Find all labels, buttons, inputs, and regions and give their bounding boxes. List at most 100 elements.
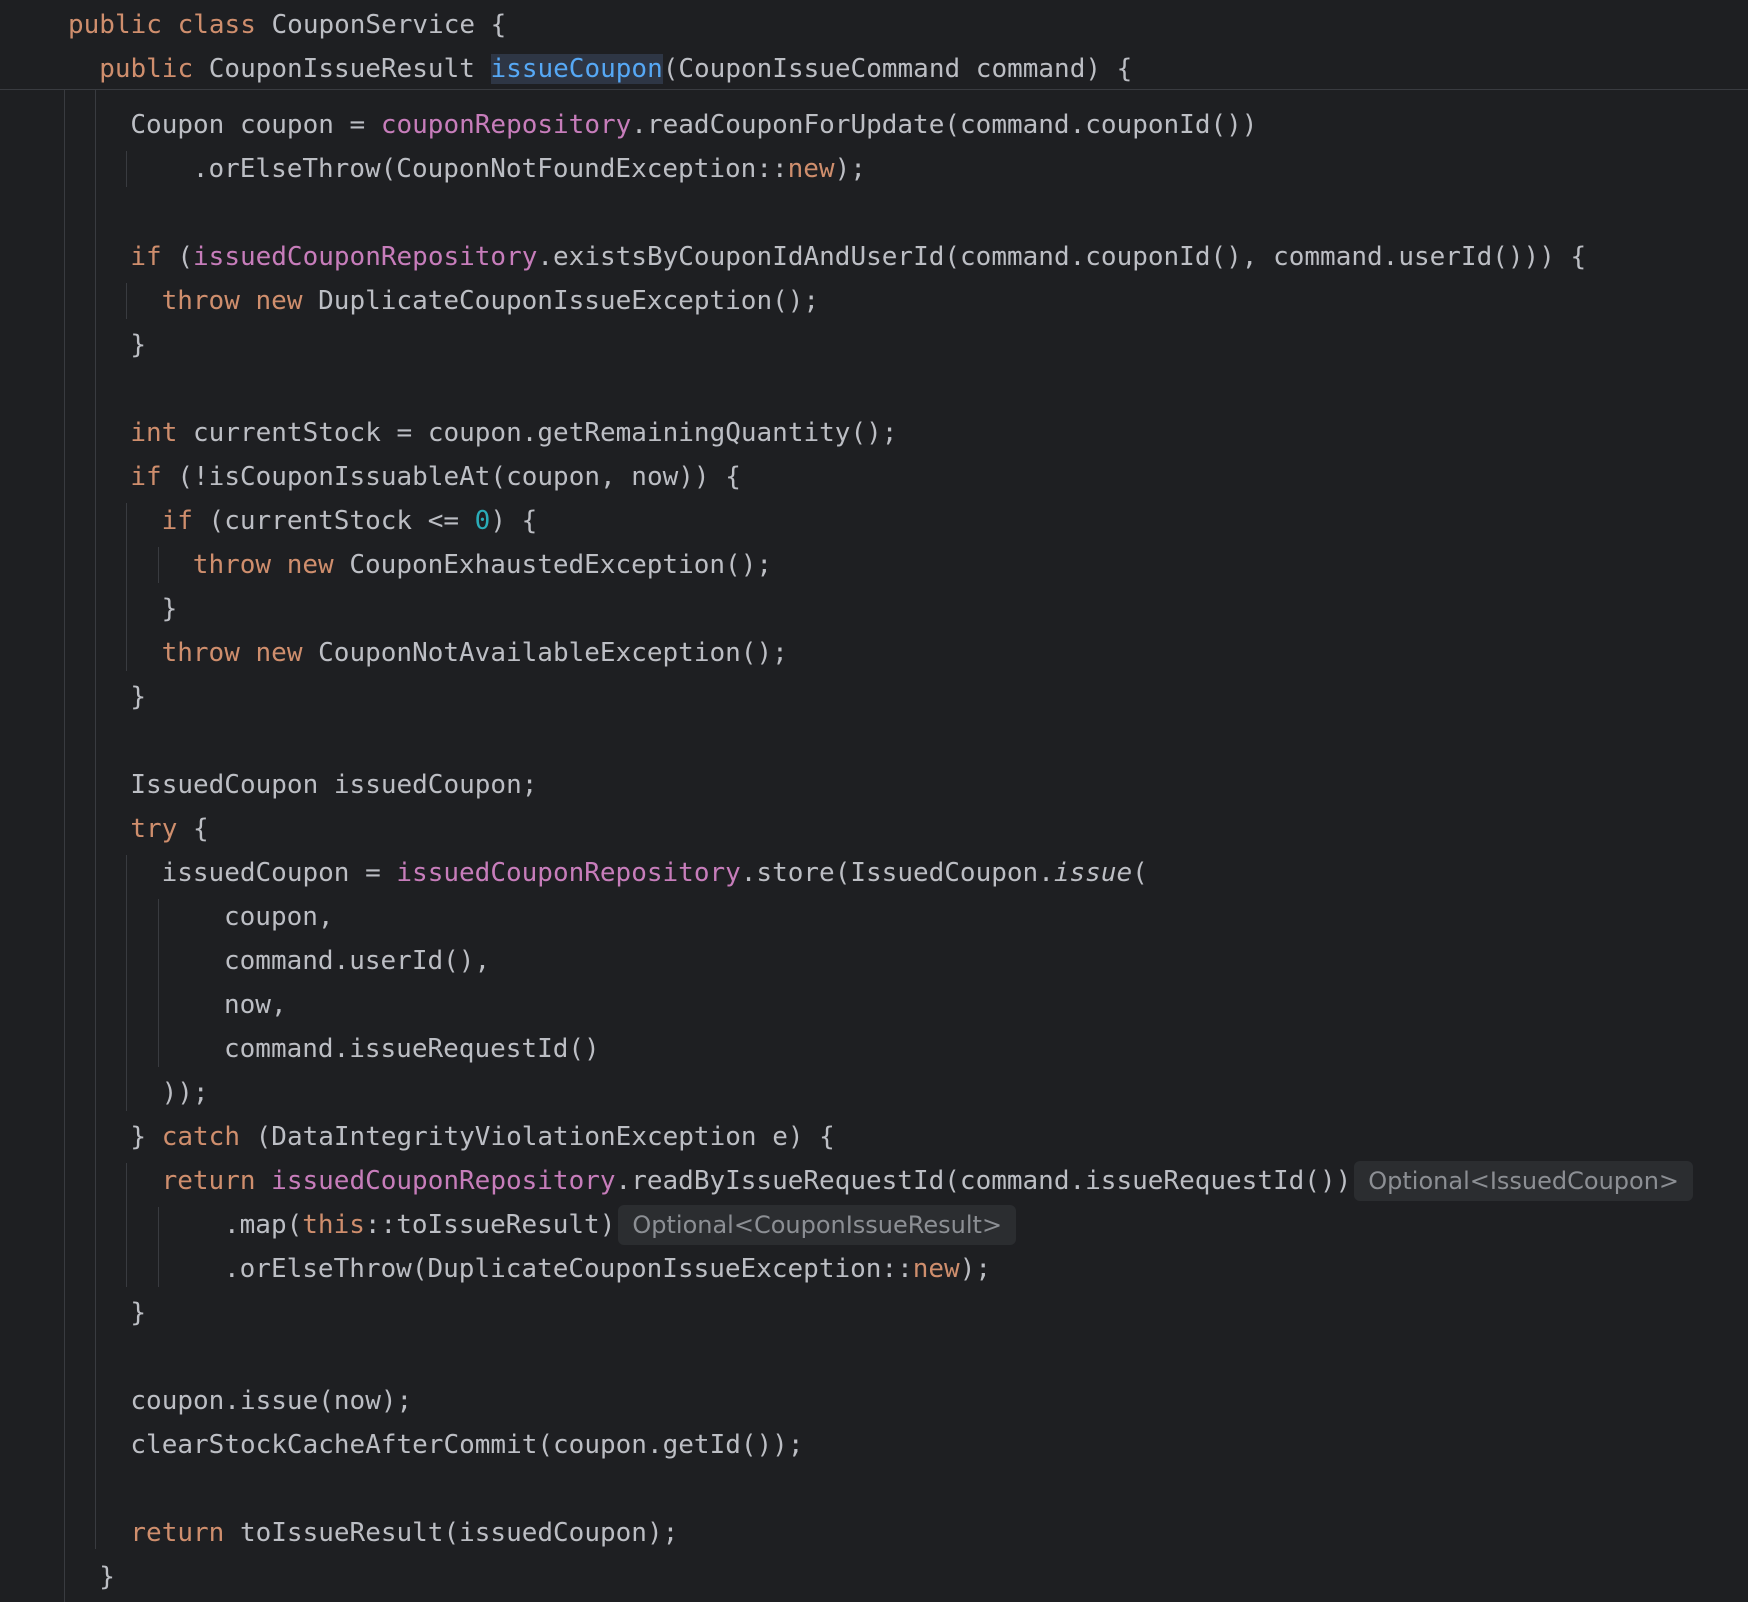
code-line[interactable]: if (currentStock <= 0) { (162, 499, 538, 543)
code-line[interactable]: throw new DuplicateCouponIssueException(… (162, 279, 819, 323)
code-token: command.issueRequestId() (224, 1034, 600, 1064)
code-token: couponRepository (380, 110, 632, 140)
code-line[interactable]: .orElseThrow(DuplicateCouponIssueExcepti… (224, 1247, 991, 1291)
code-editor[interactable]: public class CouponService {public Coupo… (0, 0, 1748, 1602)
code-token: return (130, 1518, 225, 1548)
inlay-type-hint[interactable]: Optional<IssuedCoupon> (1354, 1161, 1694, 1201)
code-token: CouponIssueResult (193, 54, 491, 84)
code-line[interactable]: } catch (DataIntegrityViolationException… (130, 1115, 834, 1159)
code-token: CouponNotAvailableException(); (302, 638, 788, 668)
code-token: .existsByCouponIdAndUserId(command.coupo… (537, 242, 1587, 272)
code-line[interactable]: )); (162, 1071, 209, 1115)
code-token: if (130, 462, 162, 492)
code-line[interactable]: } (162, 587, 178, 631)
code-line[interactable]: if (!isCouponIssuableAt(coupon, now)) { (130, 455, 741, 499)
code-token: ( (161, 242, 194, 272)
indent-guide (126, 151, 128, 187)
code-line[interactable]: } (130, 675, 146, 719)
code-line[interactable]: command.issueRequestId() (224, 1027, 600, 1071)
code-token: class (177, 10, 256, 40)
indent-guide (126, 503, 128, 671)
code-token: .map( (224, 1210, 303, 1240)
code-token: CouponService { (255, 10, 507, 40)
code-token: coupon, (224, 902, 334, 932)
code-line[interactable]: .map(this::toIssueResult) Optional<Coupon… (224, 1203, 1017, 1247)
method-name-highlighted: issueCoupon (490, 54, 663, 84)
indent-guide (64, 90, 65, 1602)
code-token: this (302, 1210, 365, 1240)
sticky-header-line[interactable]: public CouponIssueResult issueCoupon(Cou… (99, 47, 1132, 91)
code-token: new (255, 286, 303, 316)
code-line[interactable]: .orElseThrow(CouponNotFoundException::ne… (193, 147, 866, 191)
sticky-header-line[interactable]: public class CouponService { (68, 3, 506, 47)
code-token: Coupon coupon = (130, 110, 381, 140)
code-token: catch (161, 1122, 240, 1152)
indent-guide (126, 1163, 128, 1287)
code-token: if (161, 506, 193, 536)
indent-guide (126, 283, 128, 319)
code-token: ( (1132, 858, 1148, 888)
code-token: (DataIntegrityViolationException e) { (239, 1122, 835, 1152)
code-line[interactable]: if (issuedCouponRepository.existsByCoupo… (130, 235, 1586, 279)
sticky-scope-header[interactable]: public class CouponService {public Coupo… (0, 0, 1748, 90)
inlay-type-hint[interactable]: Optional<CouponIssueResult> (618, 1205, 1017, 1245)
code-token: issuedCoupon = (161, 858, 397, 888)
code-token: } (130, 682, 147, 712)
code-token: } (130, 330, 147, 360)
code-token: 0 (474, 506, 491, 536)
code-token: toIssueResult(issuedCoupon); (224, 1518, 679, 1548)
code-line[interactable]: return issuedCouponRepository.readByIssu… (161, 1159, 1694, 1203)
code-token: } (99, 1562, 115, 1592)
indent-guide (157, 1207, 159, 1287)
code-token: issuedCouponRepository (271, 1166, 616, 1196)
code-token: ); (959, 1254, 992, 1284)
code-token: new (912, 1254, 960, 1284)
code-line[interactable]: } (130, 323, 146, 367)
code-token: try (130, 814, 178, 844)
code-line[interactable]: now, (224, 983, 287, 1027)
code-token: } (130, 1122, 162, 1152)
code-token: CouponExhaustedException(); (333, 550, 772, 580)
code-token: ::toIssueResult) (364, 1210, 616, 1240)
code-token: issuedCouponRepository (193, 242, 538, 272)
code-token: throw (192, 550, 272, 580)
code-line[interactable]: try { (130, 807, 208, 851)
code-token: ) { (490, 506, 538, 536)
code-token: return (161, 1166, 256, 1196)
code-line[interactable]: return toIssueResult(issuedCoupon); (130, 1511, 678, 1555)
code-token: new (255, 638, 303, 668)
indent-guide (95, 90, 97, 1549)
code-token: new (787, 154, 835, 184)
code-line[interactable]: IssuedCoupon issuedCoupon; (130, 763, 537, 807)
code-token: if (130, 242, 162, 272)
code-line[interactable]: coupon, (224, 895, 334, 939)
code-line[interactable]: Coupon coupon = couponRepository.readCou… (130, 103, 1257, 147)
code-token: command.userId(), (224, 946, 491, 976)
code-token: (CouponIssueCommand command) { (662, 54, 1133, 84)
code-line[interactable]: } (130, 1291, 146, 1335)
code-token: new (286, 550, 334, 580)
code-token: DuplicateCouponIssueException(); (302, 286, 820, 316)
code-token: (!isCouponIssuableAt(coupon, now)) { (161, 462, 741, 492)
code-token: clearStockCacheAfterCommit(coupon.getId(… (130, 1430, 804, 1460)
code-line[interactable]: throw new CouponNotAvailableException(); (162, 631, 788, 675)
code-token: coupon.issue(now); (130, 1386, 413, 1416)
code-token: .readByIssueRequestId(command.issueReque… (615, 1166, 1352, 1196)
code-token: throw (161, 286, 240, 316)
code-token: .store(IssuedCoupon. (740, 858, 1054, 888)
code-line[interactable]: command.userId(), (224, 939, 490, 983)
code-token: IssuedCoupon issuedCoupon; (130, 770, 538, 800)
code-token: issuedCouponRepository (396, 858, 741, 888)
code-token: ); (834, 154, 866, 184)
code-token: issue (1053, 858, 1133, 888)
code-line[interactable]: } (99, 1555, 115, 1599)
code-line[interactable]: throw new CouponExhaustedException(); (193, 543, 772, 587)
code-line[interactable]: clearStockCacheAfterCommit(coupon.getId(… (130, 1423, 803, 1467)
indent-guide (157, 899, 159, 1067)
code-line[interactable]: coupon.issue(now); (130, 1379, 412, 1423)
code-line[interactable]: issuedCoupon = issuedCouponRepository.st… (162, 851, 1148, 895)
code-token: public (99, 54, 194, 84)
code-line[interactable]: int currentStock = coupon.getRemainingQu… (130, 411, 897, 455)
